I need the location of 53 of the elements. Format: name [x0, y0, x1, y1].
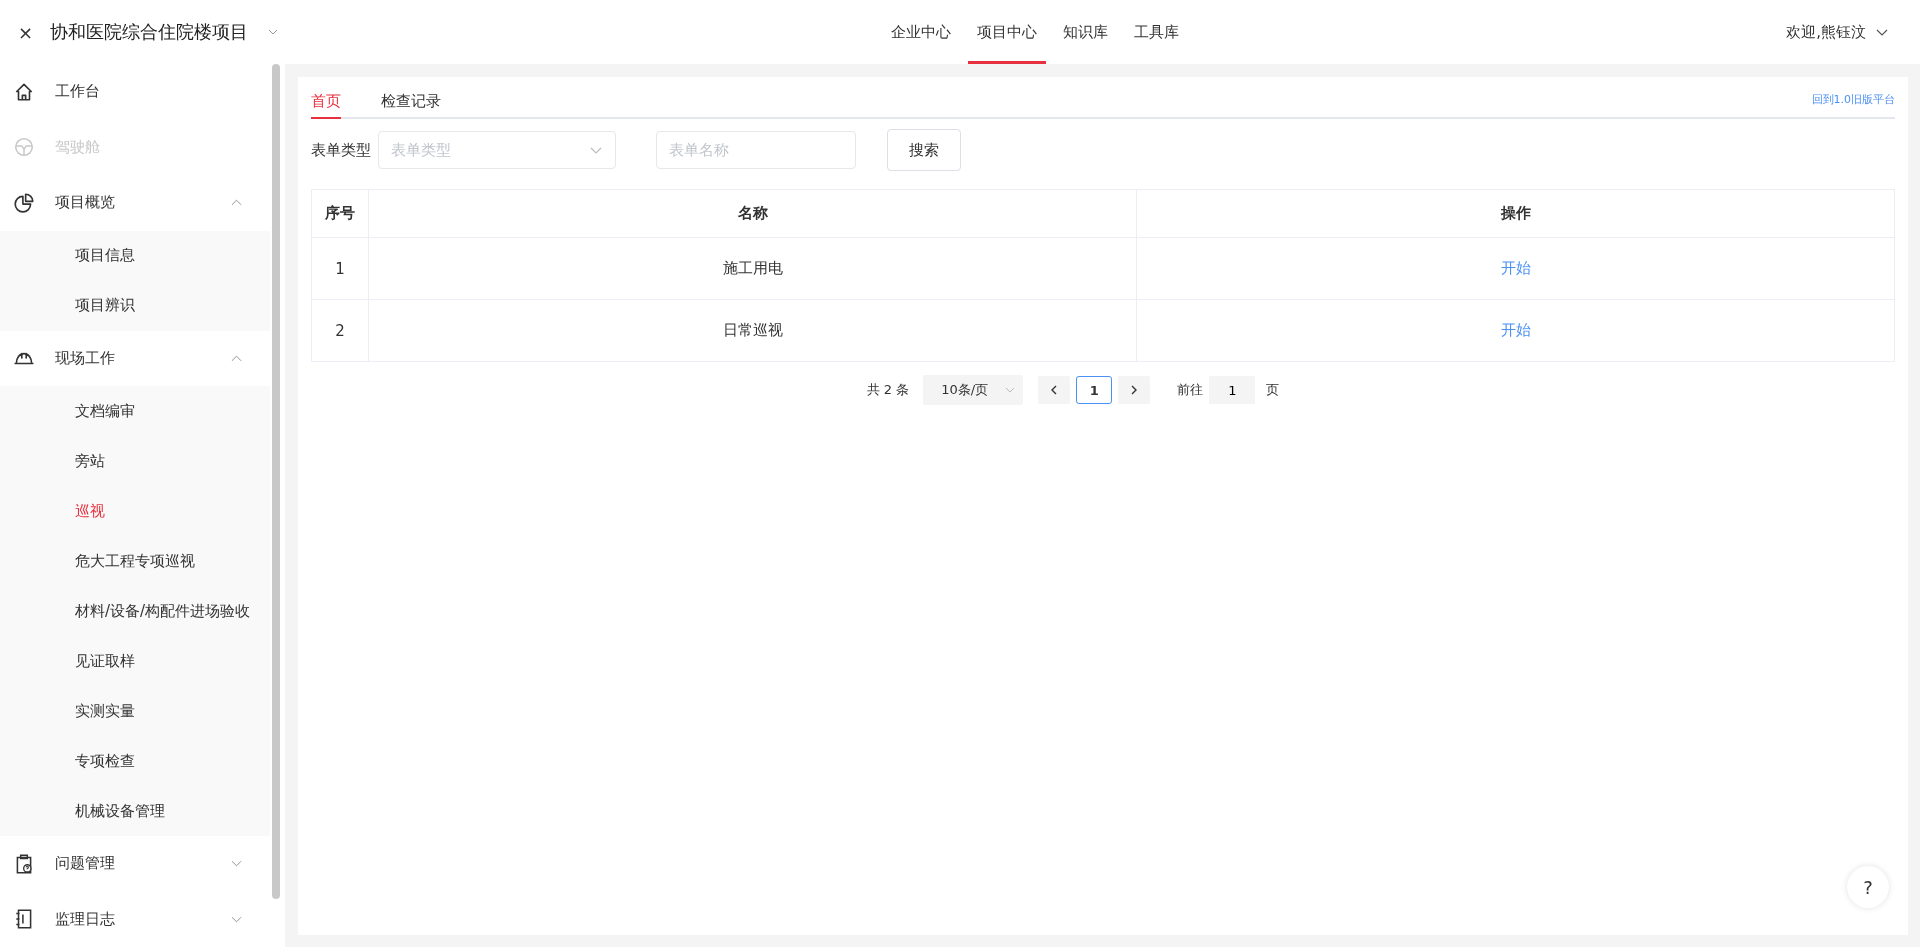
sidebar-subitem[interactable]: 旁站	[0, 436, 270, 486]
project-selector[interactable]: 协和医院综合住院楼项目	[50, 20, 248, 44]
column-header: 序号	[311, 189, 369, 238]
filter-label: 表单类型	[311, 140, 371, 160]
previous-page-button[interactable]	[1038, 376, 1071, 404]
form-name-field[interactable]: 表单名称	[656, 131, 856, 169]
nav-tab[interactable]: 工具库	[1125, 0, 1188, 64]
caret-icon[interactable]	[1876, 28, 1888, 36]
goto-label: 前往	[1177, 381, 1204, 399]
table-cell: 1	[311, 237, 369, 300]
search-button[interactable]: 搜索	[887, 129, 961, 171]
sidebar-subitem[interactable]: 材料/设备/构配件进场验收	[0, 586, 270, 636]
sidebar-subitem[interactable]: 危大工程专项巡视	[0, 536, 270, 586]
user-menu[interactable]: 欢迎,熊钰汶	[1786, 22, 1866, 42]
sidebar-subitem[interactable]: 文档编审	[0, 386, 270, 436]
total-count: 共 2 条	[866, 381, 910, 399]
page-size-select[interactable]: 10条/页	[923, 375, 1024, 405]
nav-tab[interactable]: 企业中心	[882, 0, 960, 64]
form-type-select[interactable]: 表单类型	[378, 131, 616, 169]
table-cell: 施工用电	[368, 237, 1137, 300]
sidebar-subitem[interactable]: 机械设备管理	[0, 786, 270, 836]
column-header: 名称	[368, 189, 1137, 238]
sidebar-subitem[interactable]: 实测实量	[0, 686, 270, 736]
sidebar-subitem[interactable]: 巡视	[0, 486, 270, 536]
page-number-button[interactable]: 1	[1076, 376, 1113, 404]
sidebar-subitem[interactable]: 项目辨识	[0, 280, 270, 331]
tab[interactable]: 检查记录	[381, 92, 441, 119]
sidebar-subitem[interactable]: 见证取样	[0, 636, 270, 686]
chevron-right-icon	[1130, 385, 1139, 395]
page-jump-field[interactable]: 1	[1209, 376, 1256, 404]
close-button[interactable]: ×	[18, 21, 32, 43]
sidebar-item[interactable]: 项目概览	[0, 175, 270, 231]
sidebar-item[interactable]: 问题管理	[0, 836, 270, 892]
column-header: 操作	[1136, 189, 1895, 238]
nav-tab[interactable]: 项目中心	[968, 0, 1046, 64]
caret-icon	[590, 147, 602, 154]
nav-tab[interactable]: 知识库	[1054, 0, 1117, 64]
sidebar-subitem[interactable]: 项目信息	[0, 230, 270, 281]
pie-chart-icon	[13, 191, 35, 214]
steering-wheel-icon	[13, 136, 35, 159]
chevron-left-icon	[1050, 385, 1059, 395]
help-button[interactable]: ?	[1847, 866, 1889, 908]
sidebar-item[interactable]: 现场工作	[0, 330, 270, 386]
table-cell: 日常巡视	[368, 299, 1137, 362]
sidebar-subitem[interactable]: 专项检查	[0, 736, 270, 786]
sidebar-item[interactable]: 监理日志	[0, 891, 270, 947]
scrollbar[interactable]	[272, 64, 280, 899]
table-cell: 2	[311, 299, 369, 362]
next-page-button[interactable]	[1118, 376, 1151, 404]
caret-icon	[1005, 387, 1016, 393]
page-suffix-label: 页	[1266, 381, 1280, 399]
sidebar-item[interactable]: 工作台	[0, 64, 270, 120]
tab[interactable]: 首页	[311, 92, 341, 119]
